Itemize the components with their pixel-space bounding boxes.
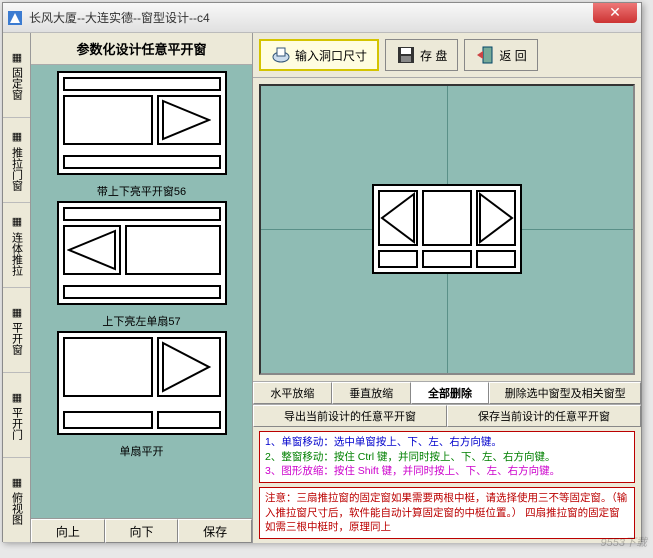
template-thumb [59, 203, 225, 303]
design-canvas[interactable] [259, 84, 635, 375]
hint-line: 1、单窗移动：选中单窗按上、下、左、右方向键。 [265, 435, 629, 450]
input-size-button[interactable]: 输入洞口尺寸 [259, 39, 379, 71]
app-window: 长风大厦--大连实德--窗型设计--c4 ✕ ▦固定窗 ▦推拉门窗 ▦连体推拉 … [2, 2, 642, 542]
template-caption: 单扇平开 [37, 441, 246, 461]
move-up-button[interactable]: 向上 [31, 519, 105, 543]
titlebar: 长风大厦--大连实德--窗型设计--c4 ✕ [3, 3, 641, 33]
template-thumb [59, 73, 225, 173]
triangle-icon [161, 341, 211, 393]
window-icon: ▦ [10, 390, 24, 404]
sidebar-tab-casement[interactable]: ▦平开窗 [3, 288, 30, 373]
save-template-button[interactable]: 保存 [178, 519, 252, 543]
close-button[interactable]: ✕ [593, 3, 637, 23]
back-button[interactable]: 返 回 [464, 39, 537, 71]
sidebar-tab-door[interactable]: ▦平开门 [3, 373, 30, 458]
action-row-2: 导出当前设计的任意平开窗 保存当前设计的任意平开窗 [253, 404, 641, 427]
measure-icon [271, 46, 291, 64]
current-window-shape[interactable] [372, 184, 522, 274]
triangle-icon [161, 99, 211, 141]
triangle-icon [67, 229, 117, 271]
window-icon: ▦ [10, 305, 24, 319]
disk-icon [396, 46, 416, 64]
move-down-button[interactable]: 向下 [105, 519, 179, 543]
sidebar-tab-fixed[interactable]: ▦固定窗 [3, 33, 30, 118]
body: ▦固定窗 ▦推拉门窗 ▦连体推拉 ▦平开窗 ▦平开门 ▦俯视图 参数化设计任意平… [3, 33, 641, 543]
triangle-icon [380, 192, 416, 244]
sidebar-tab-topview[interactable]: ▦俯视图 [3, 458, 30, 543]
hint-line: 3、图形放缩：按住 Shift 键，并同时按上、下、左、右方向键。 [265, 464, 629, 479]
hscale-button[interactable]: 水平放缩 [253, 382, 332, 404]
window-icon: ▦ [10, 50, 24, 64]
left-panel-buttons: 向上 向下 保存 [31, 518, 252, 543]
sidebar-tab-sliding[interactable]: ▦推拉门窗 [3, 118, 30, 203]
window-icon: ▦ [10, 475, 24, 489]
exit-icon [475, 46, 495, 64]
triangle-icon [478, 192, 514, 244]
template-list: 带上下亮平开窗56 上下亮左单扇57 [31, 65, 252, 518]
watermark: 9553下载 [601, 534, 647, 550]
template-item[interactable] [57, 71, 227, 175]
template-thumb [59, 333, 225, 433]
window-title: 长风大厦--大连实德--窗型设计--c4 [29, 9, 637, 26]
delete-all-button[interactable]: 全部删除 [411, 382, 490, 404]
template-caption: 上下亮左单扇57 [37, 311, 246, 331]
window-icon: ▦ [10, 130, 24, 144]
action-row-1: 水平放缩 垂直放缩 全部删除 删除选中窗型及相关窗型 [253, 381, 641, 404]
delete-selected-button[interactable]: 删除选中窗型及相关窗型 [489, 382, 641, 404]
hint-line: 2、整窗移动：按住 Ctrl 键，并同时按上、下、左、右方向键。 [265, 450, 629, 465]
left-panel-header: 参数化设计任意平开窗 [31, 33, 252, 65]
template-caption: 带上下亮平开窗56 [37, 181, 246, 201]
sidebar-tab-joint[interactable]: ▦连体推拉 [3, 203, 30, 288]
sidebar: ▦固定窗 ▦推拉门窗 ▦连体推拉 ▦平开窗 ▦平开门 ▦俯视图 [3, 33, 31, 543]
template-item[interactable] [57, 201, 227, 305]
vscale-button[interactable]: 垂直放缩 [332, 382, 411, 404]
right-panel: 输入洞口尺寸 存 盘 返 回 [253, 33, 641, 543]
template-item[interactable] [57, 331, 227, 435]
app-icon [7, 10, 23, 26]
export-button[interactable]: 导出当前设计的任意平开窗 [253, 405, 447, 427]
hints-box: 1、单窗移动：选中单窗按上、下、左、右方向键。 2、整窗移动：按住 Ctrl 键… [259, 431, 635, 483]
note-box: 注意：三扇推拉窗的固定窗如果需要两根中梃，请选择使用三不等固定窗。（输入推拉窗尺… [259, 487, 635, 539]
left-panel: 参数化设计任意平开窗 带上下亮平开窗56 [31, 33, 253, 543]
toolbar: 输入洞口尺寸 存 盘 返 回 [253, 33, 641, 78]
save-current-button[interactable]: 保存当前设计的任意平开窗 [447, 405, 641, 427]
save-button[interactable]: 存 盘 [385, 39, 458, 71]
window-icon: ▦ [10, 215, 24, 229]
